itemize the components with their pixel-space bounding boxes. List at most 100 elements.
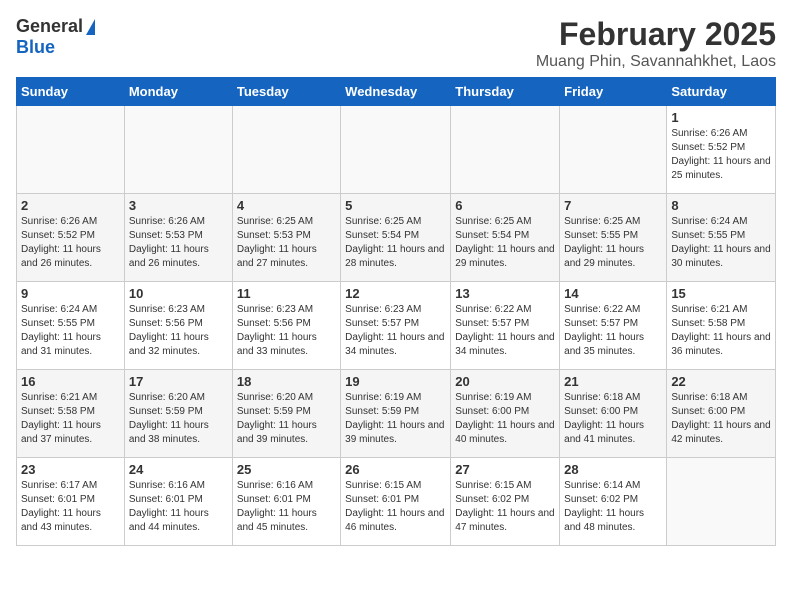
day-number: 23: [21, 462, 120, 477]
calendar-cell: 21Sunrise: 6:18 AM Sunset: 6:00 PM Dayli…: [560, 370, 667, 458]
calendar-cell: 8 Sunrise: 6:24 AM Sunset: 5:55 PM Daylig…: [667, 194, 776, 282]
day-info: Sunrise: 6:15 AM Sunset: 6:02 PM Dayligh…: [455, 479, 555, 535]
calendar-cell: 11 Sunrise: 6:23 AM Sunset: 5:56 PM Dayli…: [232, 282, 340, 370]
calendar-cell: 18 Sunrise: 6:20 AM Sunset: 5:59 PM Dayli…: [232, 370, 340, 458]
day-info: Sunrise: 6:24 AM Sunset: 5:55 PM Dayligh…: [671, 215, 771, 271]
day-number: 1: [671, 110, 771, 125]
day-info: Sunrise: 6:21 AM Sunset: 5:58 PM Dayligh…: [21, 391, 120, 447]
column-header-wednesday: Wednesday: [341, 78, 451, 106]
day-info: Sunrise: 6:20 AM Sunset: 5:59 PM Dayligh…: [129, 391, 228, 447]
logo-triangle-icon: [86, 19, 95, 35]
day-info: Sunrise: 6:26 AM Sunset: 5:53 PM Dayligh…: [129, 215, 228, 271]
column-header-friday: Friday: [560, 78, 667, 106]
day-info: Sunrise: 6:24 AM Sunset: 5:55 PM Dayligh…: [21, 303, 120, 359]
calendar-cell: 9 Sunrise: 6:24 AM Sunset: 5:55 PM Daylig…: [17, 282, 125, 370]
day-number: 8: [671, 198, 771, 213]
column-header-thursday: Thursday: [451, 78, 560, 106]
day-number: 10: [129, 286, 228, 301]
day-info: Sunrise: 6:23 AM Sunset: 5:57 PM Dayligh…: [345, 303, 446, 359]
calendar-cell: 23Sunrise: 6:17 AM Sunset: 6:01 PM Dayli…: [17, 458, 125, 546]
day-info: Sunrise: 6:23 AM Sunset: 5:56 PM Dayligh…: [129, 303, 228, 359]
logo-general-text: General: [16, 16, 83, 37]
day-number: 19: [345, 374, 446, 389]
calendar-cell: [451, 106, 560, 194]
calendar-cell: 7 Sunrise: 6:25 AM Sunset: 5:55 PM Daylig…: [560, 194, 667, 282]
calendar-cell: 16 Sunrise: 6:21 AM Sunset: 5:58 PM Dayli…: [17, 370, 125, 458]
day-number: 15: [671, 286, 771, 301]
day-number: 2: [21, 198, 120, 213]
calendar-cell: 13 Sunrise: 6:22 AM Sunset: 5:57 PM Dayli…: [451, 282, 560, 370]
day-info: Sunrise: 6:26 AM Sunset: 5:52 PM Dayligh…: [21, 215, 120, 271]
calendar-cell: [341, 106, 451, 194]
day-number: 5: [345, 198, 446, 213]
calendar-cell: 6Sunrise: 6:25 AM Sunset: 5:54 PM Daylig…: [451, 194, 560, 282]
calendar-cell: 2 Sunrise: 6:26 AM Sunset: 5:52 PM Daylig…: [17, 194, 125, 282]
calendar-cell: 4Sunrise: 6:25 AM Sunset: 5:53 PM Daylig…: [232, 194, 340, 282]
day-info: Sunrise: 6:20 AM Sunset: 5:59 PM Dayligh…: [237, 391, 336, 447]
calendar-header-row: SundayMondayTuesdayWednesdayThursdayFrid…: [17, 78, 776, 106]
month-title: February 2025: [536, 16, 776, 53]
day-number: 16: [21, 374, 120, 389]
day-info: Sunrise: 6:22 AM Sunset: 5:57 PM Dayligh…: [455, 303, 555, 359]
calendar-cell: 14 Sunrise: 6:22 AM Sunset: 5:57 PM Dayli…: [560, 282, 667, 370]
calendar-cell: 12 Sunrise: 6:23 AM Sunset: 5:57 PM Dayli…: [341, 282, 451, 370]
day-number: 22: [671, 374, 771, 389]
calendar-cell: 26 Sunrise: 6:15 AM Sunset: 6:01 PM Dayli…: [341, 458, 451, 546]
day-info: Sunrise: 6:15 AM Sunset: 6:01 PM Dayligh…: [345, 479, 446, 535]
day-number: 14: [564, 286, 662, 301]
day-info: Sunrise: 6:18 AM Sunset: 6:00 PM Dayligh…: [564, 391, 662, 447]
calendar-cell: 10 Sunrise: 6:23 AM Sunset: 5:56 PM Dayli…: [124, 282, 232, 370]
calendar-cell: 20Sunrise: 6:19 AM Sunset: 6:00 PM Dayli…: [451, 370, 560, 458]
day-number: 27: [455, 462, 555, 477]
day-number: 11: [237, 286, 336, 301]
day-info: Sunrise: 6:25 AM Sunset: 5:53 PM Dayligh…: [237, 215, 336, 271]
day-number: 26: [345, 462, 446, 477]
column-header-sunday: Sunday: [17, 78, 125, 106]
calendar-cell: [667, 458, 776, 546]
day-number: 7: [564, 198, 662, 213]
calendar-cell: [17, 106, 125, 194]
calendar-cell: [124, 106, 232, 194]
day-number: 18: [237, 374, 336, 389]
day-info: Sunrise: 6:19 AM Sunset: 6:00 PM Dayligh…: [455, 391, 555, 447]
calendar-cell: 25 Sunrise: 6:16 AM Sunset: 6:01 PM Dayli…: [232, 458, 340, 546]
day-info: Sunrise: 6:16 AM Sunset: 6:01 PM Dayligh…: [237, 479, 336, 535]
day-number: 3: [129, 198, 228, 213]
calendar-table: SundayMondayTuesdayWednesdayThursdayFrid…: [16, 77, 776, 546]
logo-blue-text: Blue: [16, 37, 55, 57]
day-number: 24: [129, 462, 228, 477]
day-number: 28: [564, 462, 662, 477]
calendar-cell: 15 Sunrise: 6:21 AM Sunset: 5:58 PM Dayli…: [667, 282, 776, 370]
title-area: February 2025 Muang Phin, Savannahkhet, …: [536, 16, 776, 71]
calendar-cell: 5Sunrise: 6:25 AM Sunset: 5:54 PM Daylig…: [341, 194, 451, 282]
calendar-cell: [232, 106, 340, 194]
day-info: Sunrise: 6:22 AM Sunset: 5:57 PM Dayligh…: [564, 303, 662, 359]
day-info: Sunrise: 6:14 AM Sunset: 6:02 PM Dayligh…: [564, 479, 662, 535]
column-header-tuesday: Tuesday: [232, 78, 340, 106]
calendar-cell: 24 Sunrise: 6:16 AM Sunset: 6:01 PM Dayli…: [124, 458, 232, 546]
header: General Blue February 2025 Muang Phin, S…: [16, 16, 776, 71]
calendar-week-row: 2 Sunrise: 6:26 AM Sunset: 5:52 PM Daylig…: [17, 194, 776, 282]
calendar-cell: 1Sunrise: 6:26 AM Sunset: 5:52 PM Daylig…: [667, 106, 776, 194]
logo: General Blue: [16, 16, 95, 58]
column-header-saturday: Saturday: [667, 78, 776, 106]
day-number: 25: [237, 462, 336, 477]
calendar-cell: 19 Sunrise: 6:19 AM Sunset: 5:59 PM Dayli…: [341, 370, 451, 458]
calendar-cell: 17 Sunrise: 6:20 AM Sunset: 5:59 PM Dayli…: [124, 370, 232, 458]
day-number: 12: [345, 286, 446, 301]
location-title: Muang Phin, Savannahkhet, Laos: [536, 53, 776, 71]
day-info: Sunrise: 6:18 AM Sunset: 6:00 PM Dayligh…: [671, 391, 771, 447]
day-info: Sunrise: 6:23 AM Sunset: 5:56 PM Dayligh…: [237, 303, 336, 359]
calendar-cell: [560, 106, 667, 194]
day-info: Sunrise: 6:16 AM Sunset: 6:01 PM Dayligh…: [129, 479, 228, 535]
calendar-cell: 28 Sunrise: 6:14 AM Sunset: 6:02 PM Dayli…: [560, 458, 667, 546]
day-number: 17: [129, 374, 228, 389]
calendar-week-row: 16 Sunrise: 6:21 AM Sunset: 5:58 PM Dayli…: [17, 370, 776, 458]
calendar-week-row: 9 Sunrise: 6:24 AM Sunset: 5:55 PM Daylig…: [17, 282, 776, 370]
day-info: Sunrise: 6:19 AM Sunset: 5:59 PM Dayligh…: [345, 391, 446, 447]
day-number: 9: [21, 286, 120, 301]
day-number: 6: [455, 198, 555, 213]
day-info: Sunrise: 6:21 AM Sunset: 5:58 PM Dayligh…: [671, 303, 771, 359]
day-number: 13: [455, 286, 555, 301]
day-info: Sunrise: 6:25 AM Sunset: 5:55 PM Dayligh…: [564, 215, 662, 271]
